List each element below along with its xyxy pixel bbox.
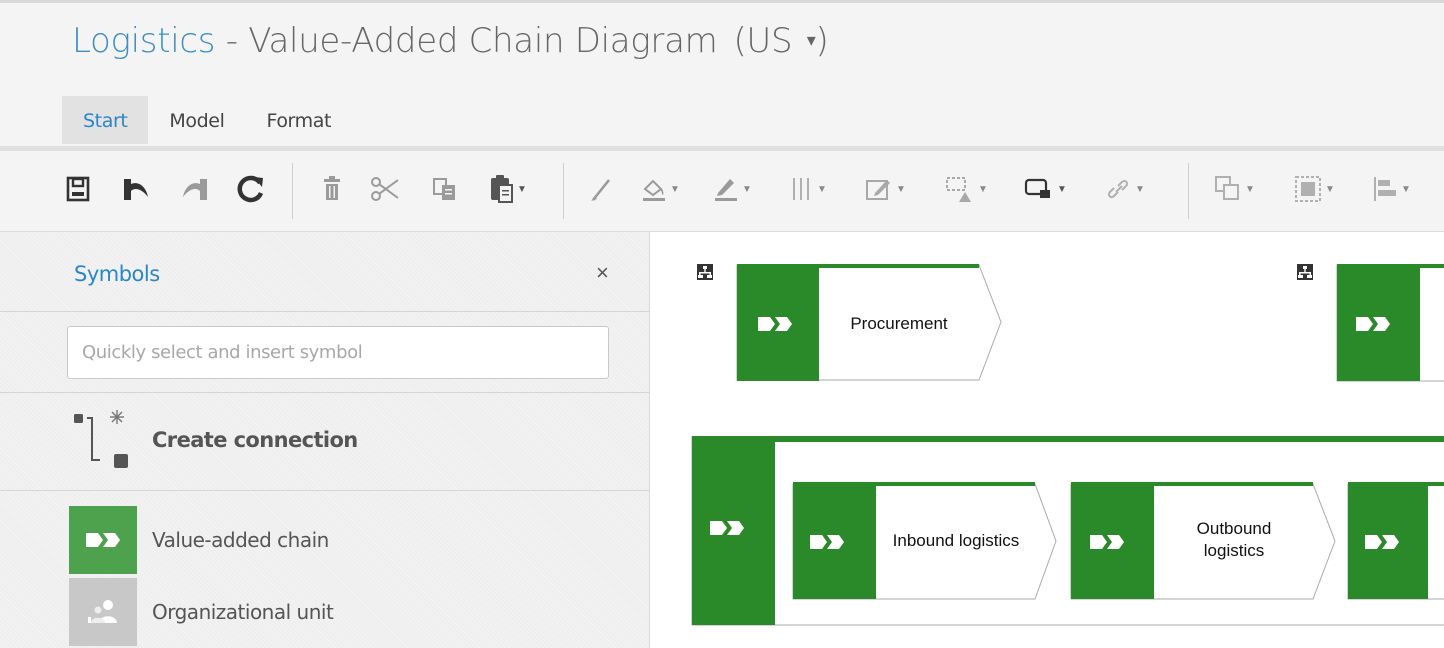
cut-icon <box>371 177 399 201</box>
tab-model[interactable]: Model <box>148 96 245 144</box>
chevron-down-icon: ▼ <box>517 183 527 195</box>
copy-button[interactable] <box>432 173 458 205</box>
create-connection-label[interactable]: Create connection <box>152 428 358 452</box>
line-color-icon <box>715 179 737 201</box>
close-icon[interactable]: × <box>596 262 609 284</box>
format-painter-icon <box>591 179 611 201</box>
arrange-button[interactable]: ▼ <box>1214 173 1255 205</box>
page-title: Logistics - Value-Added Chain Diagram (US… <box>72 21 829 61</box>
object-label: Inbound logistics <box>892 531 1020 550</box>
panel-title: Symbols <box>74 262 160 286</box>
chevron-down-icon: ▼ <box>1325 183 1335 195</box>
object-label-line: logistics <box>1203 541 1265 560</box>
group-icon <box>1295 176 1321 202</box>
delete-icon <box>324 176 340 200</box>
refresh-button[interactable] <box>236 173 266 205</box>
ribbon-tabs: Start Model Format <box>62 96 352 144</box>
link-icon <box>1107 179 1129 199</box>
chevron-down-icon: ▼ <box>1401 183 1411 195</box>
title-separator: - <box>215 21 249 61</box>
redo-icon <box>183 179 207 200</box>
chevron-down-icon: ▼ <box>978 183 988 195</box>
symbol-search-input[interactable] <box>67 326 609 379</box>
align-icon <box>1374 177 1396 201</box>
line-color-button[interactable]: ▼ <box>713 173 752 205</box>
tab-format[interactable]: Format <box>245 96 352 144</box>
object-label-line: Outbound <box>1196 519 1272 538</box>
copy-icon <box>433 178 455 200</box>
symbol-organizational-unit[interactable]: Organizational unit <box>69 578 334 646</box>
assignment-icon[interactable] <box>1297 264 1313 280</box>
format-painter-button[interactable] <box>589 173 613 205</box>
undo-button[interactable] <box>121 173 151 205</box>
chevron-down-icon: ▼ <box>1135 183 1145 195</box>
symbols-panel: Symbols × Create connection Value-added … <box>0 232 650 648</box>
paste-button[interactable]: ▼ <box>488 173 527 205</box>
app-name[interactable]: Logistics <box>72 21 216 61</box>
value-chain-object[interactable] <box>1347 482 1444 600</box>
delete-button[interactable] <box>321 173 343 205</box>
title-bar: Logistics - Value-Added Chain Diagram (US… <box>0 0 1444 146</box>
symbol-value-added-chain[interactable]: Value-added chain <box>69 506 329 574</box>
assignment-icon[interactable] <box>697 264 713 280</box>
object-label: Procurement <box>850 314 948 333</box>
chevron-down-icon: ▼ <box>670 183 680 195</box>
divider <box>0 311 650 312</box>
symbol-label: Organizational unit <box>152 600 334 624</box>
columns-icon <box>793 178 809 200</box>
shape-button[interactable]: ▼ <box>945 173 988 205</box>
language-selector[interactable]: (US ▾) <box>733 21 828 61</box>
toolbar-separator <box>563 163 564 219</box>
connection-style-button[interactable]: ▼ <box>1024 173 1067 205</box>
shape-icon <box>946 177 971 202</box>
link-button[interactable]: ▼ <box>1104 173 1145 205</box>
tab-start[interactable]: Start <box>62 96 149 144</box>
chevron-down-icon: ▼ <box>1057 183 1067 195</box>
language-close-paren: ) <box>815 21 829 61</box>
symbol-label: Value-added chain <box>152 528 329 552</box>
save-button[interactable] <box>66 173 90 205</box>
document-title: Value-Added Chain Diagram <box>248 21 718 61</box>
toolbar-separator <box>1188 163 1189 219</box>
arrange-icon <box>1215 176 1239 200</box>
cut-button[interactable] <box>370 173 400 205</box>
paste-icon <box>491 175 513 203</box>
redo-button[interactable] <box>180 173 210 205</box>
align-button[interactable]: ▼ <box>1372 173 1411 205</box>
chevron-down-icon: ▼ <box>742 183 752 195</box>
fill-color-button[interactable]: ▼ <box>641 173 680 205</box>
create-connection-icon[interactable] <box>72 410 132 472</box>
object-label: Outbound logistics <box>1154 518 1314 562</box>
organizational-unit-icon <box>69 578 137 646</box>
divider <box>0 392 650 393</box>
undo-icon <box>124 179 148 200</box>
columns-button[interactable]: ▼ <box>790 173 827 205</box>
chevron-down-icon: ▼ <box>817 183 827 195</box>
chevron-down-icon: ▼ <box>896 183 906 195</box>
connection-style-icon <box>1024 178 1050 198</box>
language-label: (US <box>733 21 793 61</box>
save-icon <box>66 176 90 202</box>
group-button[interactable]: ▼ <box>1294 173 1335 205</box>
diagram-shapes <box>691 264 1444 626</box>
chevron-down-icon: ▼ <box>1245 183 1255 195</box>
toolbar-separator <box>292 163 293 219</box>
toolbar: ▼ ▼ ▼ ▼ ▼ ▼ ▼ ▼ ▼ ▼ ▼ <box>0 146 1444 232</box>
value-chain-object[interactable] <box>1297 264 1444 382</box>
edit-attributes-icon <box>866 180 890 200</box>
diagram-canvas[interactable]: Procurement Inbound logistics Outbound l… <box>651 232 1444 648</box>
edit-attributes-button[interactable]: ▼ <box>865 173 906 205</box>
fill-color-icon <box>643 179 665 201</box>
divider <box>0 490 650 491</box>
chevron-down-icon: ▾ <box>806 30 816 51</box>
refresh-icon <box>237 175 264 203</box>
value-added-chain-icon <box>69 506 137 574</box>
